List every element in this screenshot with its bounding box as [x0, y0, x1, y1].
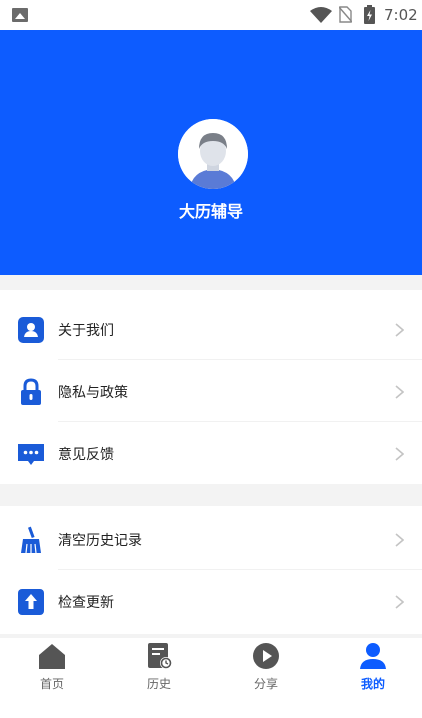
- menu-item-label: 隐私与政策: [58, 385, 128, 401]
- app-name: 大历辅导: [178, 202, 243, 221]
- broom-icon: [21, 526, 41, 554]
- bottom-tab-bar: 首页 历史 分享 我的: [0, 638, 422, 718]
- menu-item-label: 清空历史记录: [58, 533, 142, 549]
- person-icon: [360, 643, 386, 669]
- menu-item-clear-history[interactable]: 清空历史记录: [0, 508, 422, 570]
- tab-label: 历史: [146, 677, 171, 691]
- home-icon: [39, 644, 65, 669]
- chevron-right-icon: [395, 385, 404, 399]
- status-time: 7:02: [384, 6, 418, 24]
- menu-item-check-update[interactable]: 检查更新: [0, 570, 422, 632]
- tab-share[interactable]: 分享: [236, 642, 296, 694]
- tab-label: 分享: [253, 677, 278, 691]
- tab-history[interactable]: 历史: [129, 642, 189, 694]
- profile-header: 大历辅导: [0, 30, 422, 275]
- chevron-right-icon: [395, 595, 404, 609]
- tab-label: 我的: [360, 677, 385, 691]
- menu-group-general: 关于我们 隐私与政策 意见反馈: [0, 290, 422, 484]
- menu-item-feedback[interactable]: 意见反馈: [0, 422, 422, 484]
- chevron-right-icon: [395, 323, 404, 337]
- status-bar: 7:02: [0, 0, 422, 30]
- wifi-icon: [310, 7, 332, 23]
- menu-group-data: 清空历史记录 检查更新: [0, 506, 422, 634]
- no-sim-icon: [339, 6, 352, 23]
- menu-item-label: 意见反馈: [58, 447, 114, 463]
- chat-bubble-icon: [18, 444, 44, 465]
- default-avatar-icon: [178, 119, 248, 189]
- user-card-icon: [18, 317, 44, 343]
- tab-home[interactable]: 首页: [22, 642, 82, 694]
- upload-arrow-icon: [18, 589, 44, 615]
- tab-label: 首页: [39, 677, 64, 691]
- menu-item-about-us[interactable]: 关于我们: [0, 298, 422, 360]
- avatar[interactable]: [178, 119, 248, 189]
- menu-item-label: 检查更新: [58, 595, 114, 611]
- chevron-right-icon: [395, 533, 404, 547]
- menu-item-privacy-policy[interactable]: 隐私与政策: [0, 360, 422, 422]
- history-icon: [148, 643, 172, 669]
- chevron-right-icon: [395, 447, 404, 461]
- gallery-notification-icon: [12, 8, 28, 22]
- lock-icon: [21, 378, 41, 405]
- play-share-icon: [253, 643, 279, 669]
- battery-charging-icon: [364, 5, 375, 24]
- tab-mine[interactable]: 我的: [343, 642, 403, 694]
- menu-item-label: 关于我们: [58, 323, 114, 339]
